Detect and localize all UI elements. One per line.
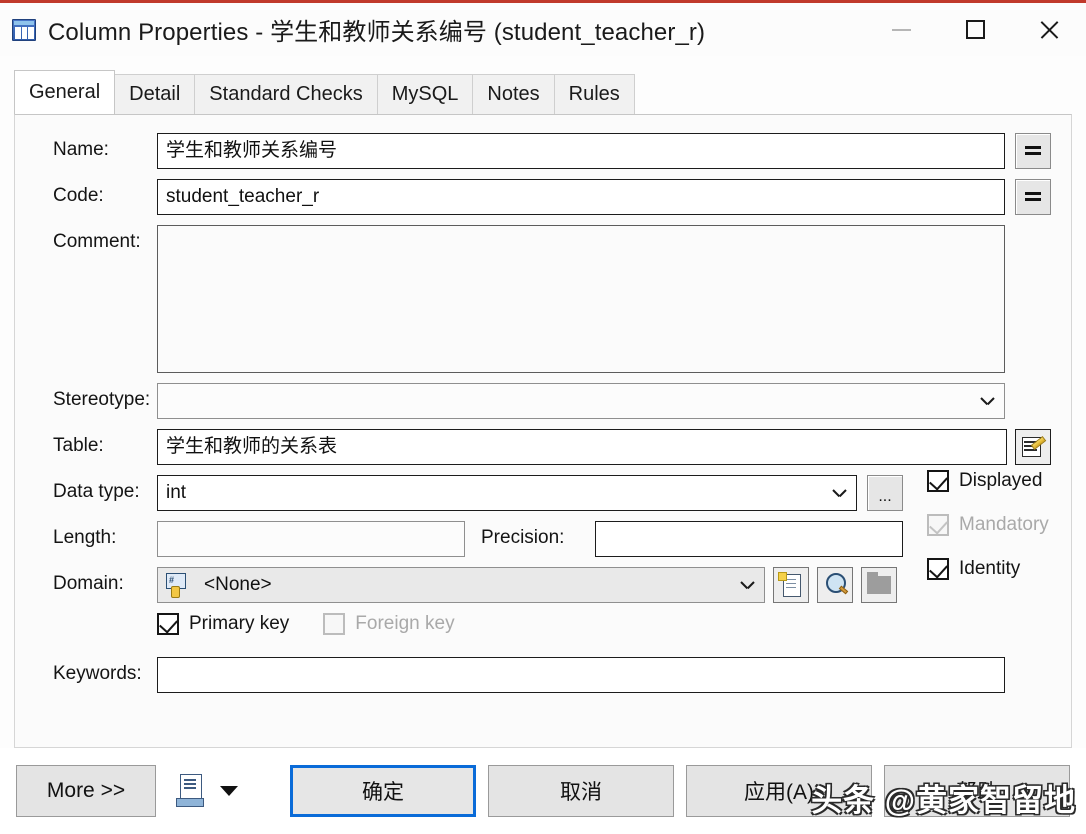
comment-label: Comment: [53, 231, 141, 252]
tab-general[interactable]: General [14, 70, 116, 114]
window-controls [864, 3, 1086, 56]
maximize-icon [965, 20, 985, 39]
foreign-key-checkbox-box [323, 613, 346, 635]
close-icon [1037, 18, 1061, 42]
apply-button[interactable]: 应用(A) [686, 765, 872, 817]
stereotype-row: Stereotype: [35, 383, 1051, 419]
displayed-checkbox-box [927, 470, 949, 492]
key-flags-row: Primary key Foreign key [35, 613, 1051, 635]
cancel-button[interactable]: 取消 [488, 765, 674, 817]
primary-key-label: Primary key [189, 613, 290, 634]
data-type-ellipsis-button[interactable]: ... [867, 475, 903, 511]
domain-combobox[interactable]: # <None> [157, 567, 765, 603]
domain-new-button[interactable] [773, 567, 809, 603]
domain-value: <None> [204, 574, 272, 595]
close-button[interactable] [1012, 3, 1086, 56]
tab-general-label: General [29, 81, 101, 103]
code-equals-button[interactable] [1015, 179, 1051, 215]
tab-notes[interactable]: Notes [472, 74, 555, 114]
primary-key-checkbox[interactable]: Primary key [157, 613, 289, 635]
pencil-icon [1029, 433, 1047, 451]
primary-key-checkbox-box [157, 613, 179, 635]
displayed-checkbox[interactable]: Displayed [927, 459, 1086, 503]
tab-mysql[interactable]: MySQL [376, 74, 474, 114]
star-icon [778, 572, 787, 581]
tab-bar: General Detail Standard Checks MySQL Not… [14, 70, 1086, 114]
identity-checkbox-box [927, 558, 949, 580]
identity-checkbox[interactable]: Identity [927, 547, 1086, 591]
more-button[interactable]: More >> [16, 765, 156, 817]
domain-select-button [861, 567, 897, 603]
tab-mysql-label: MySQL [391, 83, 459, 105]
domain-icon: # [166, 573, 192, 599]
maximize-button[interactable] [938, 3, 1012, 56]
comment-textarea[interactable] [157, 225, 1005, 373]
length-precision-row: Length: Precision: [35, 521, 1051, 557]
window-title: Column Properties - 学生和教师关系编号 (student_t… [48, 19, 706, 46]
mandatory-label: Mandatory [959, 514, 1049, 535]
length-label: Length: [53, 527, 117, 548]
domain-row: Domain: # <None> [35, 567, 1051, 603]
stereotype-label: Stereotype: [53, 389, 151, 410]
comment-row: Comment: [35, 225, 1051, 373]
minimize-icon [891, 28, 911, 31]
identity-label: Identity [959, 558, 1021, 579]
tab-detail-label: Detail [129, 83, 181, 105]
print-report-icon[interactable] [174, 772, 208, 810]
keywords-input[interactable] [157, 657, 1005, 693]
ok-button[interactable]: 确定 [290, 765, 476, 817]
keywords-label: Keywords: [53, 663, 142, 684]
help-button[interactable]: 帮助 [884, 765, 1070, 817]
mandatory-checkbox-box [927, 514, 949, 536]
code-label: Code: [53, 185, 104, 206]
tab-rules-label: Rules [568, 83, 620, 105]
mandatory-checkbox: Mandatory [927, 503, 1086, 547]
table-input[interactable]: 学生和教师的关系表 [157, 429, 1007, 465]
data-type-combobox[interactable]: int [157, 475, 857, 511]
tab-standard-checks[interactable]: Standard Checks [194, 74, 378, 114]
name-label: Name: [53, 139, 109, 160]
code-row: Code: student_teacher_r [35, 179, 1051, 215]
chevron-down-icon [741, 581, 754, 589]
tab-notes-label: Notes [487, 83, 540, 105]
keywords-row: Keywords: [35, 657, 1051, 693]
foreign-key-label: Foreign key [355, 613, 455, 634]
dialog-footer: More >> 确定 取消 应用(A) 帮助 头条 @黄家智留地 [0, 748, 1086, 834]
magnifier-handle-icon [838, 585, 849, 595]
displayed-label: Displayed [959, 470, 1043, 491]
domain-label: Domain: [53, 573, 124, 594]
title-bar: Column Properties - 学生和教师关系编号 (student_t… [0, 3, 1086, 56]
folder-icon [867, 572, 891, 594]
table-column-icon [12, 18, 36, 41]
chevron-down-icon [833, 489, 846, 497]
data-type-label: Data type: [53, 481, 140, 502]
stereotype-combobox[interactable] [157, 383, 1005, 419]
tab-rules[interactable]: Rules [553, 74, 635, 114]
name-input[interactable]: 学生和教师关系编号 [157, 133, 1005, 169]
tab-detail[interactable]: Detail [114, 74, 196, 114]
tab-standard-checks-label: Standard Checks [209, 83, 363, 105]
precision-label: Precision: [481, 527, 565, 548]
column-properties-dialog: Column Properties - 学生和教师关系编号 (student_t… [0, 0, 1086, 834]
right-checkbox-column: Displayed Mandatory Identity [927, 459, 1086, 591]
name-equals-button[interactable] [1015, 133, 1051, 169]
equals-icon [1025, 146, 1041, 156]
length-input[interactable] [157, 521, 465, 557]
code-input[interactable]: student_teacher_r [157, 179, 1005, 215]
equals-icon [1025, 192, 1041, 202]
caret-down-icon[interactable] [220, 786, 238, 796]
table-row: Table: 学生和教师的关系表 [35, 429, 1051, 465]
general-tab-panel: Name: 学生和教师关系编号 Code: student_teacher_r … [14, 114, 1072, 748]
data-type-row: Data type: int ... [35, 475, 1051, 511]
foreign-key-checkbox: Foreign key [323, 613, 455, 635]
precision-input[interactable] [595, 521, 903, 557]
table-label: Table: [53, 435, 104, 456]
data-type-value: int [166, 482, 187, 503]
name-row: Name: 学生和教师关系编号 [35, 133, 1051, 169]
domain-properties-button[interactable] [817, 567, 853, 603]
chevron-down-icon [981, 397, 994, 405]
minimize-button[interactable] [864, 3, 938, 56]
